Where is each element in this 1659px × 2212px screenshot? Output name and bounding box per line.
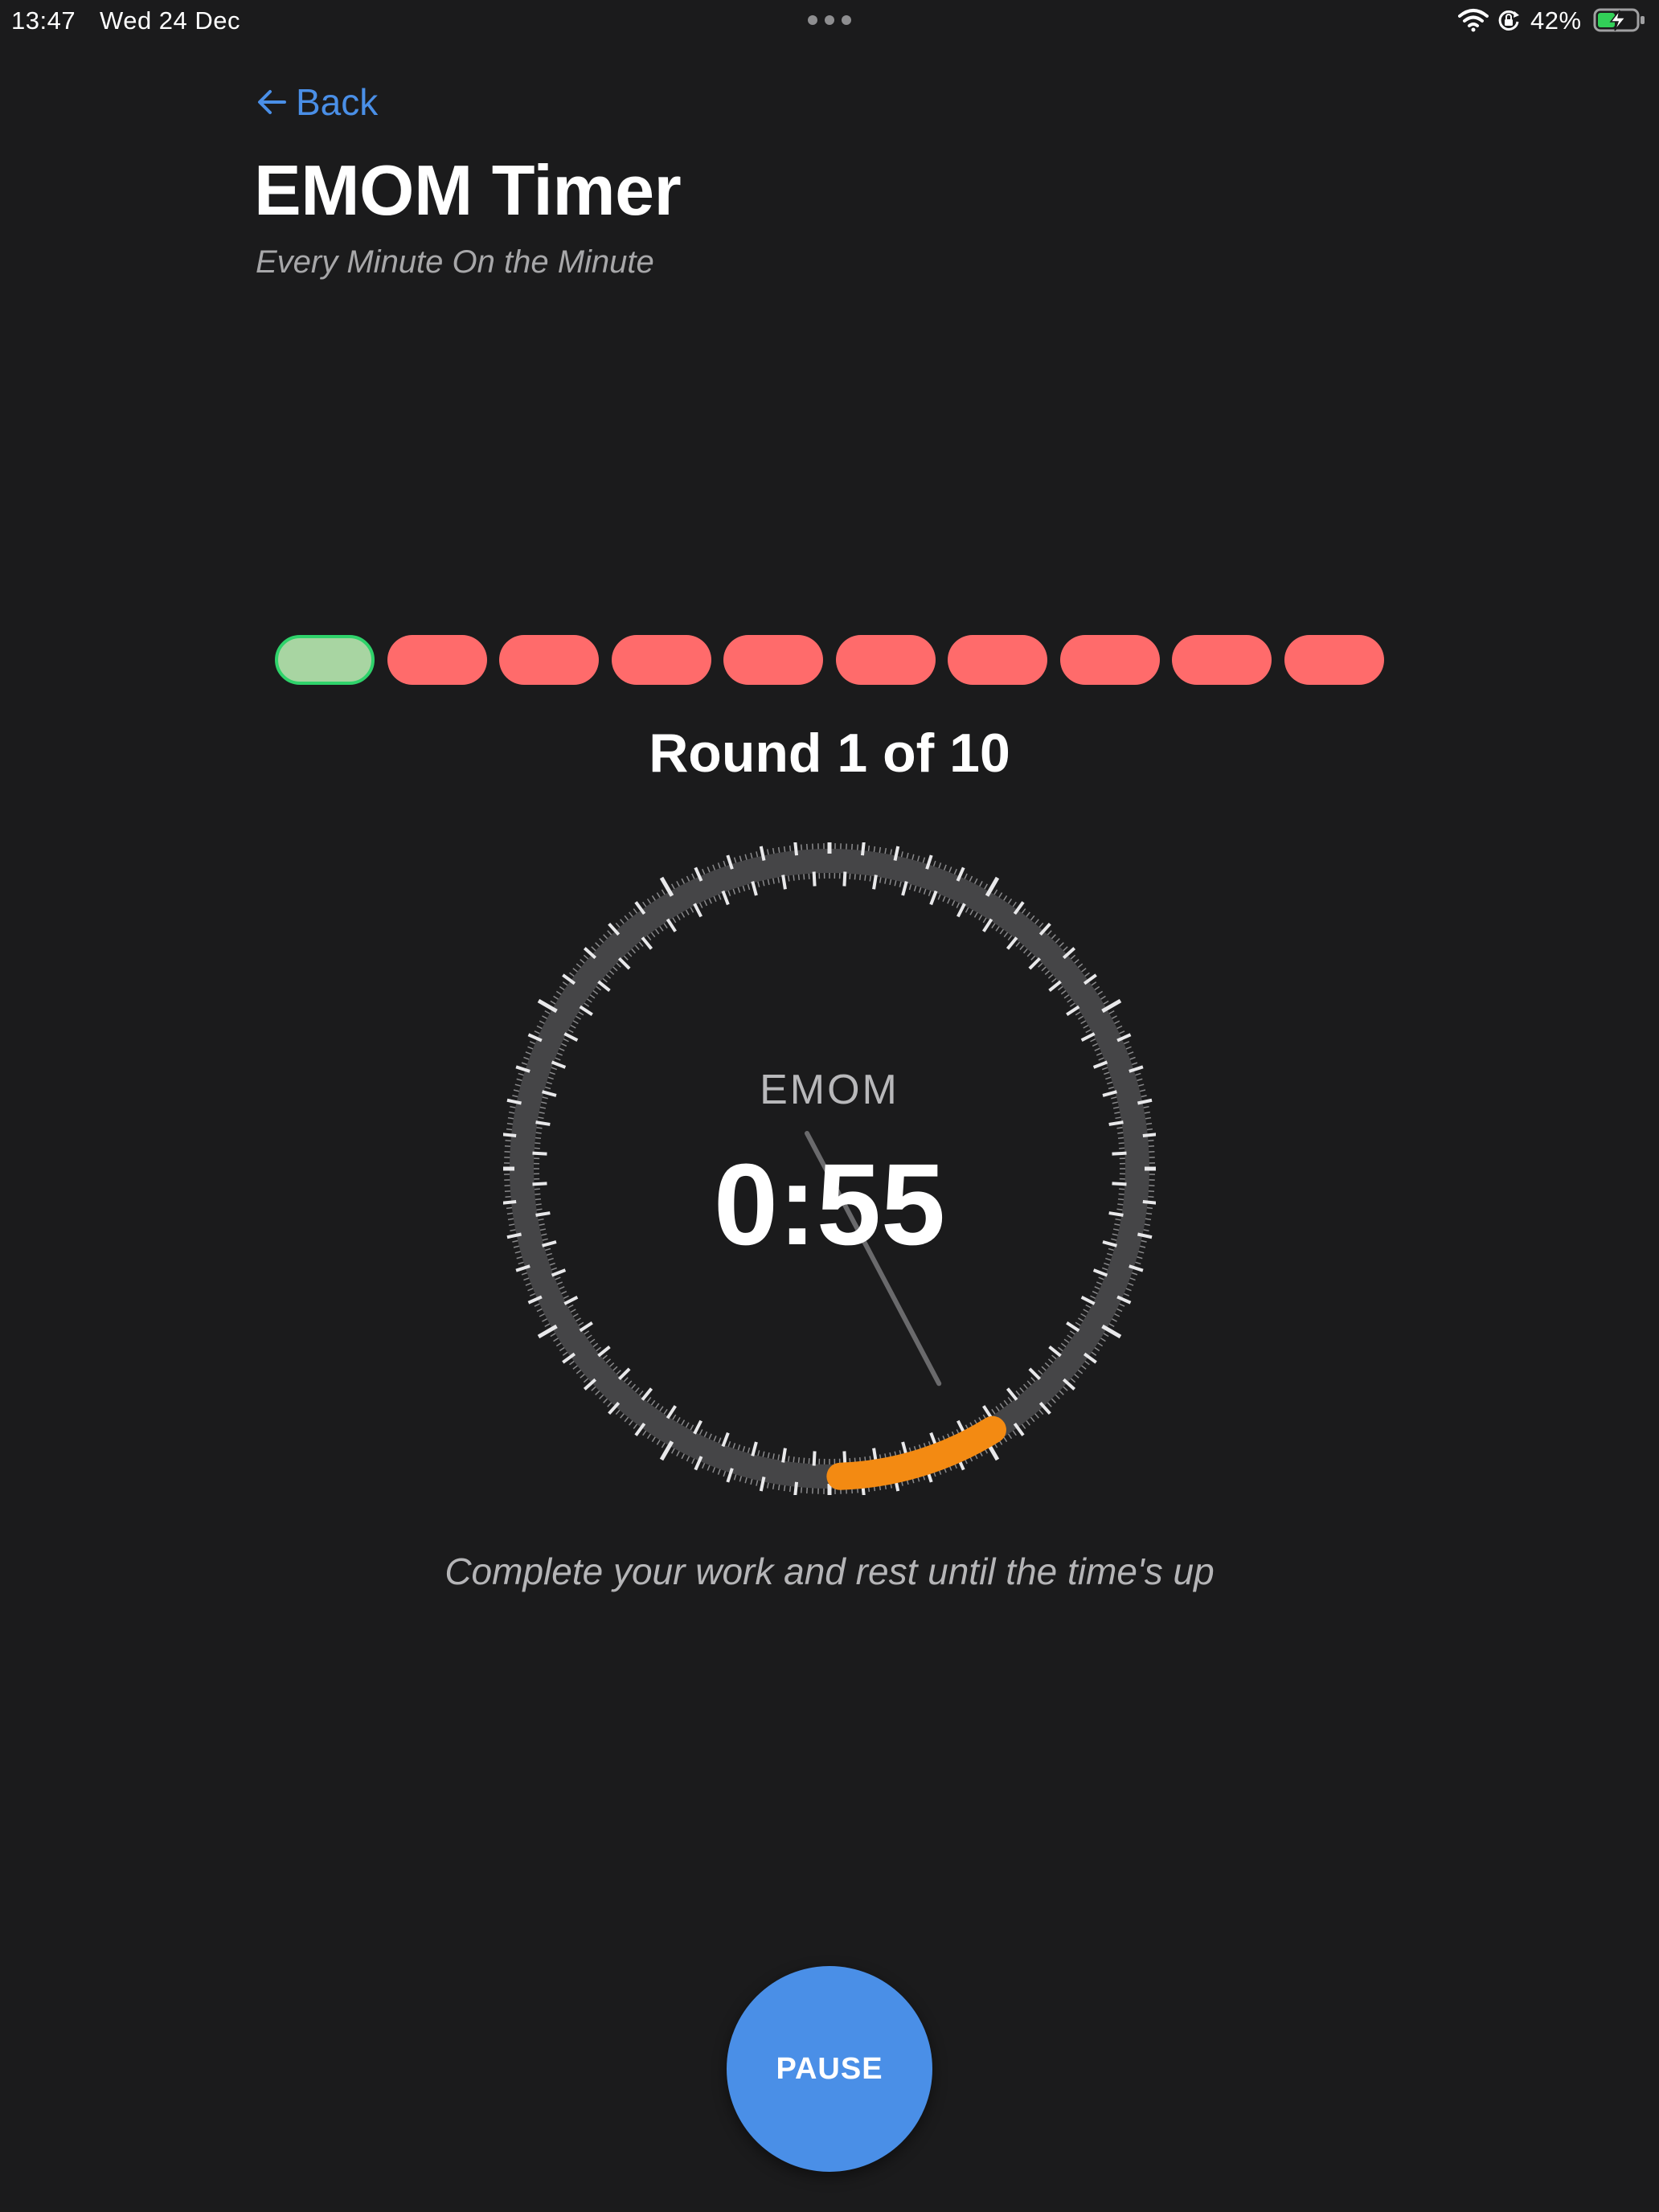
dial-inner-tick [535,1120,551,1126]
dial-inner-tick [812,871,817,887]
dial-outer-tick [1101,998,1122,1014]
dial-outer-tick [793,1481,799,1495]
dial-inner-tick [842,871,847,887]
round-pill-1 [275,635,375,685]
dial-outer-tick [1101,1324,1122,1339]
round-pill-2 [387,635,487,685]
battery-charging-icon [1593,8,1645,32]
dial-inner-tick [693,1419,703,1435]
dial-inner-tick [929,890,938,906]
dial-inner-tick [781,875,787,890]
status-bar: 13:47 Wed 24 Dec 42% [0,0,1659,40]
dial-outer-tick [503,1133,517,1138]
dial-progress-arc [826,1415,1006,1490]
dial-outer-tick [659,1440,674,1461]
round-pill-9 [1172,635,1272,685]
status-date: Wed 24 Dec [100,6,241,35]
dial-inner-tick [721,890,730,906]
dial-outer-tick [537,1324,558,1339]
wifi-icon [1458,9,1489,32]
dial-outer-tick [985,876,1000,897]
round-label: Round 1 of 10 [649,723,1010,784]
dial-outer-tick [537,998,558,1014]
round-indicator [275,635,1384,685]
dial-inner-tick [812,1451,817,1466]
round-pill-10 [1284,635,1384,685]
dial-inner-tick [872,875,878,890]
pause-button[interactable]: PAUSE [727,1966,932,2172]
dial-inner-tick [1080,1296,1096,1305]
round-pill-4 [611,635,711,685]
arrow-left-icon [258,90,286,114]
back-button[interactable]: Back [256,80,378,124]
back-label: Back [296,81,379,123]
battery-percentage: 42% [1530,6,1582,35]
round-pill-8 [1059,635,1160,685]
dial-inner-tick [751,881,758,896]
dial-inner-tick [1080,1032,1096,1042]
status-time: 13:47 [11,6,76,35]
dial-inner-tick [721,1432,730,1448]
dial-inner-tick [1108,1120,1124,1126]
dial-outer-tick [860,842,866,856]
round-pill-6 [835,635,936,685]
dial-inner-tick [563,1032,579,1042]
dial-inner-tick [693,903,703,918]
round-pill-3 [499,635,599,685]
page-title: EMOM Timer [254,150,682,230]
dial-outer-tick [793,842,799,856]
timer-mode-label: EMOM [760,1067,899,1113]
round-pill-5 [723,635,823,685]
timer-remaining: 0:55 [713,1140,946,1269]
emom-timer-screen: 13:47 Wed 24 Dec 42% Back EMOM Timer Eve… [0,0,1659,2212]
dial-inner-tick [781,1448,787,1463]
dial-outer-tick [659,876,674,897]
dial-inner-tick [956,903,966,918]
round-pill-7 [948,635,1047,685]
page-subtitle: Every Minute On the Minute [256,244,654,280]
dial-inner-tick [901,881,908,896]
timer-hint: Complete your work and rest until the ti… [444,1550,1215,1592]
dial-outer-tick [1142,1133,1156,1138]
dial-inner-tick [751,1441,758,1456]
dial-inner-tick [563,1296,579,1305]
orientation-lock-icon [1498,10,1519,31]
more-dots-icon[interactable] [807,14,852,26]
